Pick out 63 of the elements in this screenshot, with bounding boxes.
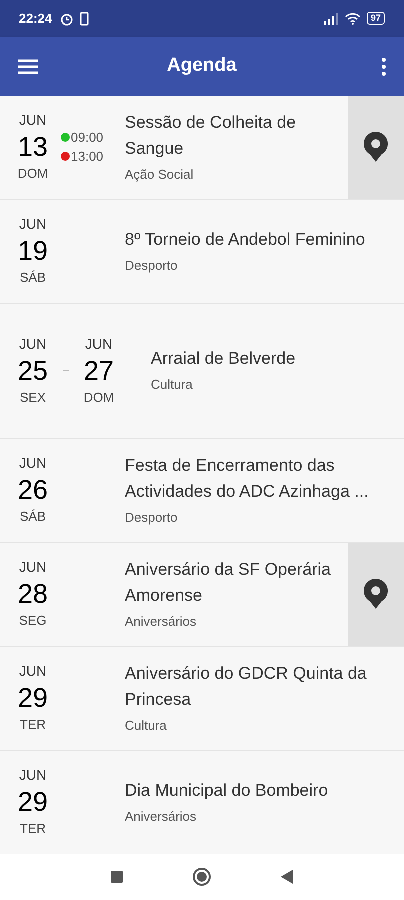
event-row[interactable]: JUN 19 SÁB 8º Torneio de Andebol Feminino Desporto xyxy=(0,200,404,303)
event-category: Cultura xyxy=(125,716,168,735)
event-month: JUN xyxy=(19,215,47,234)
event-title: Aniversário da SF Operária Amorense xyxy=(125,558,332,607)
event-weekday: SEX xyxy=(20,388,46,407)
event-weekday: DOM xyxy=(84,388,114,407)
back-icon[interactable] xyxy=(281,870,293,884)
event-weekday: DOM xyxy=(18,165,48,184)
signal-icon xyxy=(322,12,339,25)
event-weekday: SEG xyxy=(19,612,47,630)
event-month: JUN xyxy=(19,334,47,353)
event-weekday: SÁB xyxy=(20,508,46,526)
event-month: JUN xyxy=(19,662,47,680)
location-button[interactable] xyxy=(348,96,404,199)
event-day: 27 xyxy=(84,352,114,389)
event-month: JUN xyxy=(19,766,47,784)
event-title: Dia Municipal do Bombeiro xyxy=(125,780,328,802)
alarm-icon xyxy=(60,12,74,26)
status-time: 22:24 xyxy=(19,10,52,28)
event-day: 19 xyxy=(18,233,48,270)
event-day: 29 xyxy=(18,784,48,820)
event-row[interactable]: JUN 13 DOM 09:00 13:00 Sessão de Colheita de Sangue Ação Social xyxy=(0,96,404,199)
event-title: Arraial de Belverde xyxy=(151,348,296,370)
event-month: JUN xyxy=(85,334,113,353)
event-weekday: TER xyxy=(20,716,46,734)
event-time: 13:00 xyxy=(71,148,104,166)
event-day: 28 xyxy=(18,576,48,612)
location-button[interactable] xyxy=(348,542,404,646)
event-category: Cultura xyxy=(151,376,194,394)
event-day: 26 xyxy=(18,472,48,508)
event-row[interactable]: JUN 28 SEG Aniversário da SF Operária Amorense Aniversários xyxy=(0,542,404,646)
event-weekday: TER xyxy=(20,820,46,838)
event-month: JUN xyxy=(19,558,47,576)
event-category: Ação Social xyxy=(125,166,195,184)
event-title: Sessão de Colheita de Sangue xyxy=(125,112,298,160)
event-month: JUN xyxy=(19,454,47,472)
event-category: Desporto xyxy=(125,508,179,527)
event-weekday: SÁB xyxy=(20,269,46,288)
event-title: 8º Torneio de Andebol Feminino xyxy=(125,228,366,251)
map-pin-icon xyxy=(364,579,388,610)
recents-icon[interactable] xyxy=(111,870,123,883)
home-icon[interactable] xyxy=(193,868,211,886)
event-day: 29 xyxy=(18,680,48,716)
app-title: Agenda xyxy=(166,54,238,78)
event-category: Aniversários xyxy=(125,612,198,631)
phone-icon xyxy=(80,12,90,26)
event-row[interactable]: JUN 25 SEX JUN 27 DOM Arraial de Belverde Cultura xyxy=(0,304,404,438)
map-pin-icon xyxy=(364,132,388,162)
battery-indicator: 97 xyxy=(366,12,385,26)
event-day: 13 xyxy=(18,129,48,166)
wifi-icon xyxy=(344,12,361,25)
date-range-dash xyxy=(63,370,69,372)
event-day: 25 xyxy=(18,352,48,389)
event-title: Aniversário do GDCR Quinta da Princesa xyxy=(125,662,368,711)
menu-icon[interactable] xyxy=(18,58,40,75)
event-category: Aniversários xyxy=(125,808,198,826)
event-month: JUN xyxy=(19,111,47,130)
event-time: 09:00 xyxy=(71,128,104,147)
event-row[interactable]: JUN 29 TER Aniversário do GDCR Quinta da Princesa Cultura xyxy=(0,646,404,750)
event-title: Festa de Encerramento das Actividades do ADC Azinhaga ... xyxy=(125,454,370,503)
event-row[interactable]: JUN 26 SÁB Festa de Encerramento das Actividades do ADC Azinhaga ... Desporto xyxy=(0,438,404,542)
event-category: Desporto xyxy=(125,256,179,275)
event-row[interactable]: JUN 29 TER Dia Municipal do Bombeiro Aniversários xyxy=(0,750,404,854)
